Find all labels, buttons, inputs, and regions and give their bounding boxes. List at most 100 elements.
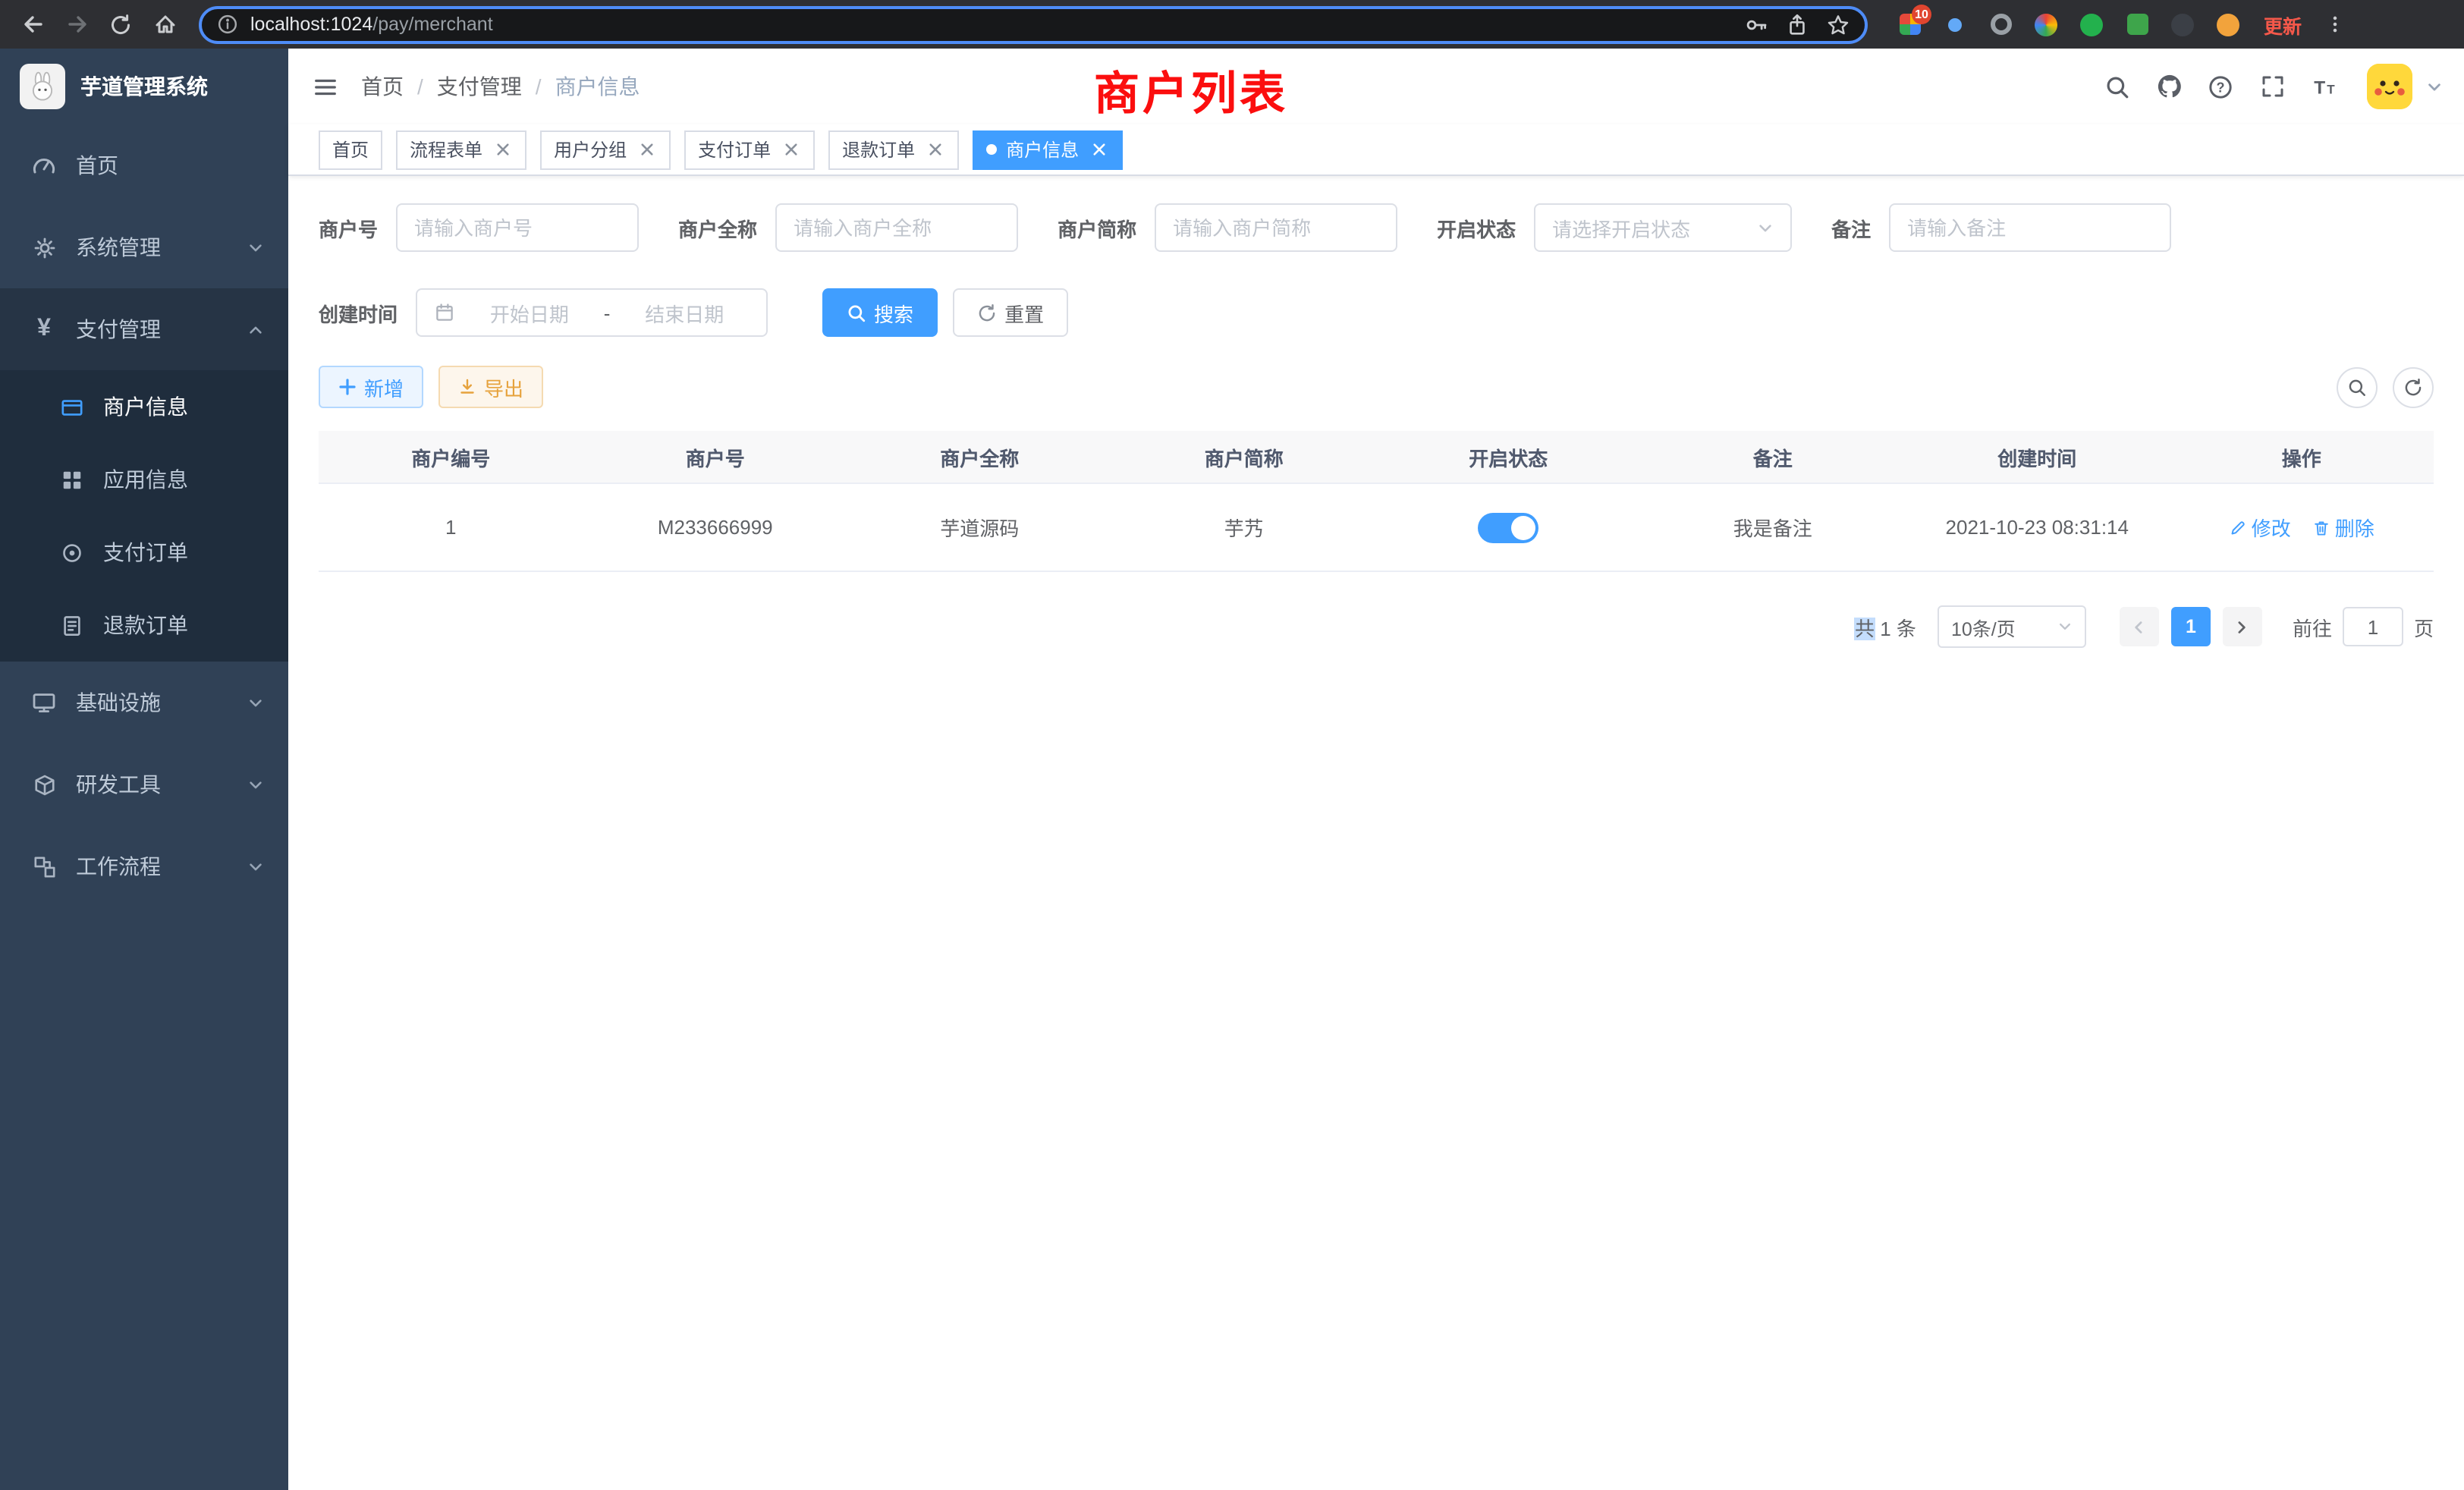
prev-page-button[interactable]	[2120, 607, 2159, 646]
share-icon[interactable]	[1778, 6, 1815, 42]
extension-icon-2[interactable]	[1934, 4, 1975, 45]
sidebar-item-label: 基础设施	[76, 687, 161, 718]
chevron-down-icon	[247, 694, 264, 711]
tab-process-form[interactable]: 流程表单	[396, 130, 526, 169]
tab-user-group[interactable]: 用户分组	[540, 130, 671, 169]
tab-payment-order[interactable]: 支付订单	[684, 130, 815, 169]
reset-button[interactable]: 重置	[953, 288, 1068, 337]
main-area: 首页 / 支付管理 / 商户信息 商户列表 ?	[288, 49, 2464, 1490]
next-page-button[interactable]	[2223, 607, 2262, 646]
close-icon[interactable]	[636, 139, 657, 160]
tab-label: 流程表单	[410, 137, 482, 162]
status-toggle[interactable]	[1478, 512, 1538, 542]
extension-icon-6[interactable]	[2117, 4, 2158, 45]
sidebar-item-app-info[interactable]: 应用信息	[0, 443, 288, 516]
extension-icon-4[interactable]	[2026, 4, 2066, 45]
merchant-short-name-input[interactable]	[1155, 203, 1397, 252]
browser-home-button[interactable]	[144, 4, 185, 45]
add-button[interactable]: 新增	[319, 366, 423, 408]
bookmark-star-icon[interactable]	[1819, 6, 1856, 42]
filter-merchant-short-name: 商户简称	[1058, 203, 1397, 252]
help-icon[interactable]: ?	[2200, 66, 2241, 107]
sidebar-toggle-button[interactable]	[288, 49, 361, 124]
sidebar: 芋道管理系统 首页 系统管理 ¥ 支付管理	[0, 49, 288, 1490]
filter-merchant-name: 商户全称	[678, 203, 1018, 252]
browser-extensions: 10	[1889, 4, 2249, 45]
pencil-icon	[2229, 518, 2247, 536]
sidebar-item-refund-order[interactable]: 退款订单	[0, 589, 288, 662]
plus-icon	[338, 378, 357, 396]
export-button-label: 导出	[484, 372, 523, 401]
extension-icon-7[interactable]	[2162, 4, 2203, 45]
extension-icon-8[interactable]	[2208, 4, 2249, 45]
breadcrumb-item-home[interactable]: 首页	[361, 71, 404, 102]
column-header: 开启状态	[1376, 431, 1641, 483]
date-range-picker[interactable]: 开始日期 - 结束日期	[416, 288, 768, 337]
extension-icon-3[interactable]	[1980, 4, 2021, 45]
sidebar-item-workflow[interactable]: 工作流程	[0, 825, 288, 907]
sidebar-item-home[interactable]: 首页	[0, 124, 288, 206]
extension-glyph	[1948, 17, 1962, 31]
tab-home[interactable]: 首页	[319, 130, 382, 169]
delete-link[interactable]: 删除	[2312, 513, 2374, 542]
browser-update-button[interactable]: 更新	[2264, 10, 2302, 39]
goto-page-input[interactable]	[2343, 607, 2403, 646]
close-icon[interactable]	[1088, 139, 1109, 160]
close-icon[interactable]	[924, 139, 945, 160]
user-avatar[interactable]	[2367, 64, 2412, 109]
password-key-icon[interactable]	[1737, 6, 1774, 42]
logo-image	[20, 64, 65, 109]
app-logo[interactable]: 芋道管理系统	[0, 49, 288, 124]
sidebar-item-label: 退款订单	[103, 610, 188, 640]
browser-menu-button[interactable]	[2314, 4, 2355, 45]
hide-search-button[interactable]	[2337, 366, 2378, 407]
github-icon[interactable]	[2148, 66, 2189, 107]
browser-back-button[interactable]	[12, 4, 53, 45]
edit-link[interactable]: 修改	[2229, 513, 2291, 542]
sidebar-item-merchant-info[interactable]: 商户信息	[0, 370, 288, 443]
merchant-no-input[interactable]	[396, 203, 639, 252]
add-button-label: 新增	[364, 372, 404, 401]
tab-merchant-info[interactable]: 商户信息	[973, 130, 1123, 169]
sidebar-item-payment-order[interactable]: 支付订单	[0, 516, 288, 589]
page-button-1[interactable]: 1	[2171, 607, 2211, 646]
search-button[interactable]: 搜索	[822, 288, 938, 337]
url-path: /pay/merchant	[372, 14, 492, 35]
fullscreen-icon[interactable]	[2252, 66, 2293, 107]
font-size-icon[interactable]: TT	[2303, 66, 2344, 107]
page: localhost:1024/pay/merchant 10	[0, 0, 2464, 1490]
address-bar[interactable]: localhost:1024/pay/merchant	[199, 5, 1868, 43]
sidebar-item-dev-tools[interactable]: 研发工具	[0, 743, 288, 825]
chevron-down-icon	[1757, 219, 1774, 236]
reload-icon	[109, 13, 132, 36]
tab-label: 支付订单	[698, 137, 771, 162]
extension-badge: 10	[1912, 4, 1931, 24]
export-button[interactable]: 导出	[438, 366, 543, 408]
breadcrumb-item-payment[interactable]: 支付管理	[437, 71, 522, 102]
avatar-caret-icon[interactable]	[2426, 78, 2443, 95]
sidebar-item-system[interactable]: 系统管理	[0, 206, 288, 288]
site-info-icon[interactable]	[217, 14, 238, 35]
extension-icon-1[interactable]: 10	[1889, 4, 1930, 45]
extension-glyph	[2080, 13, 2103, 36]
table-header: 商户编号 商户号 商户全称 商户简称 开启状态 备注 创建时间 操作	[319, 431, 2434, 484]
filter-status: 开启状态 请选择开启状态	[1437, 203, 1792, 252]
merchant-name-input[interactable]	[775, 203, 1018, 252]
sidebar-item-infrastructure[interactable]: 基础设施	[0, 662, 288, 743]
status-select[interactable]: 请选择开启状态	[1534, 203, 1792, 252]
search-icon[interactable]	[2097, 66, 2138, 107]
cell-merchant-id: 1	[319, 484, 583, 571]
sidebar-item-payment[interactable]: ¥ 支付管理	[0, 288, 288, 370]
tab-refund-order[interactable]: 退款订单	[828, 130, 959, 169]
remark-input[interactable]	[1889, 203, 2171, 252]
page-size-select[interactable]: 10条/页	[1938, 605, 2086, 648]
browser-reload-button[interactable]	[100, 4, 141, 45]
refresh-button[interactable]	[2393, 366, 2434, 407]
start-date-placeholder: 开始日期	[464, 298, 595, 327]
browser-forward-button[interactable]	[56, 4, 97, 45]
extension-icon-5[interactable]	[2071, 4, 2112, 45]
sidebar-item-label: 应用信息	[103, 464, 188, 495]
date-separator: -	[604, 301, 611, 324]
close-icon[interactable]	[492, 139, 513, 160]
close-icon[interactable]	[780, 139, 801, 160]
